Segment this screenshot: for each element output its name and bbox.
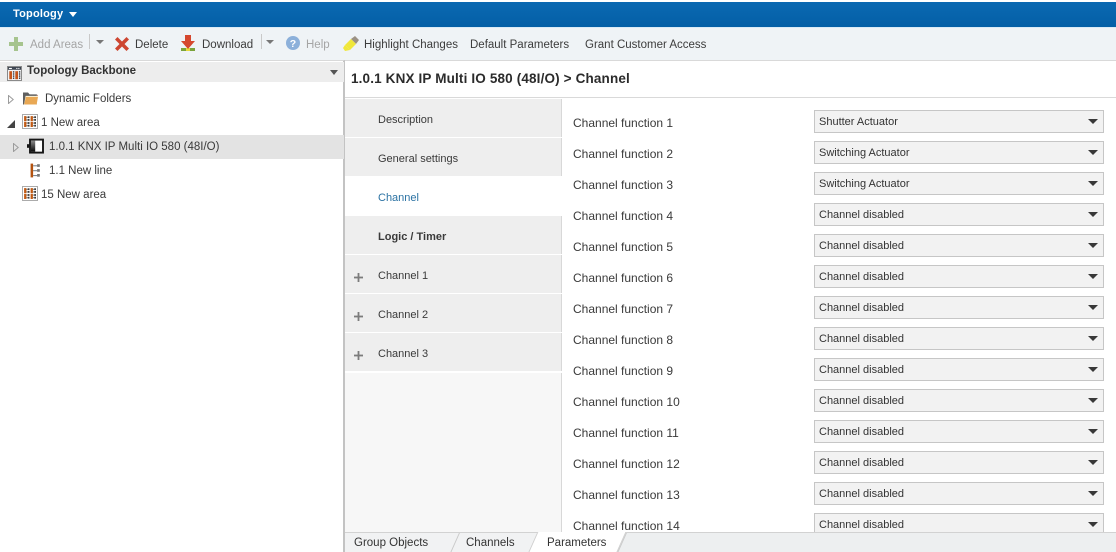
- svg-text:?: ?: [290, 38, 296, 50]
